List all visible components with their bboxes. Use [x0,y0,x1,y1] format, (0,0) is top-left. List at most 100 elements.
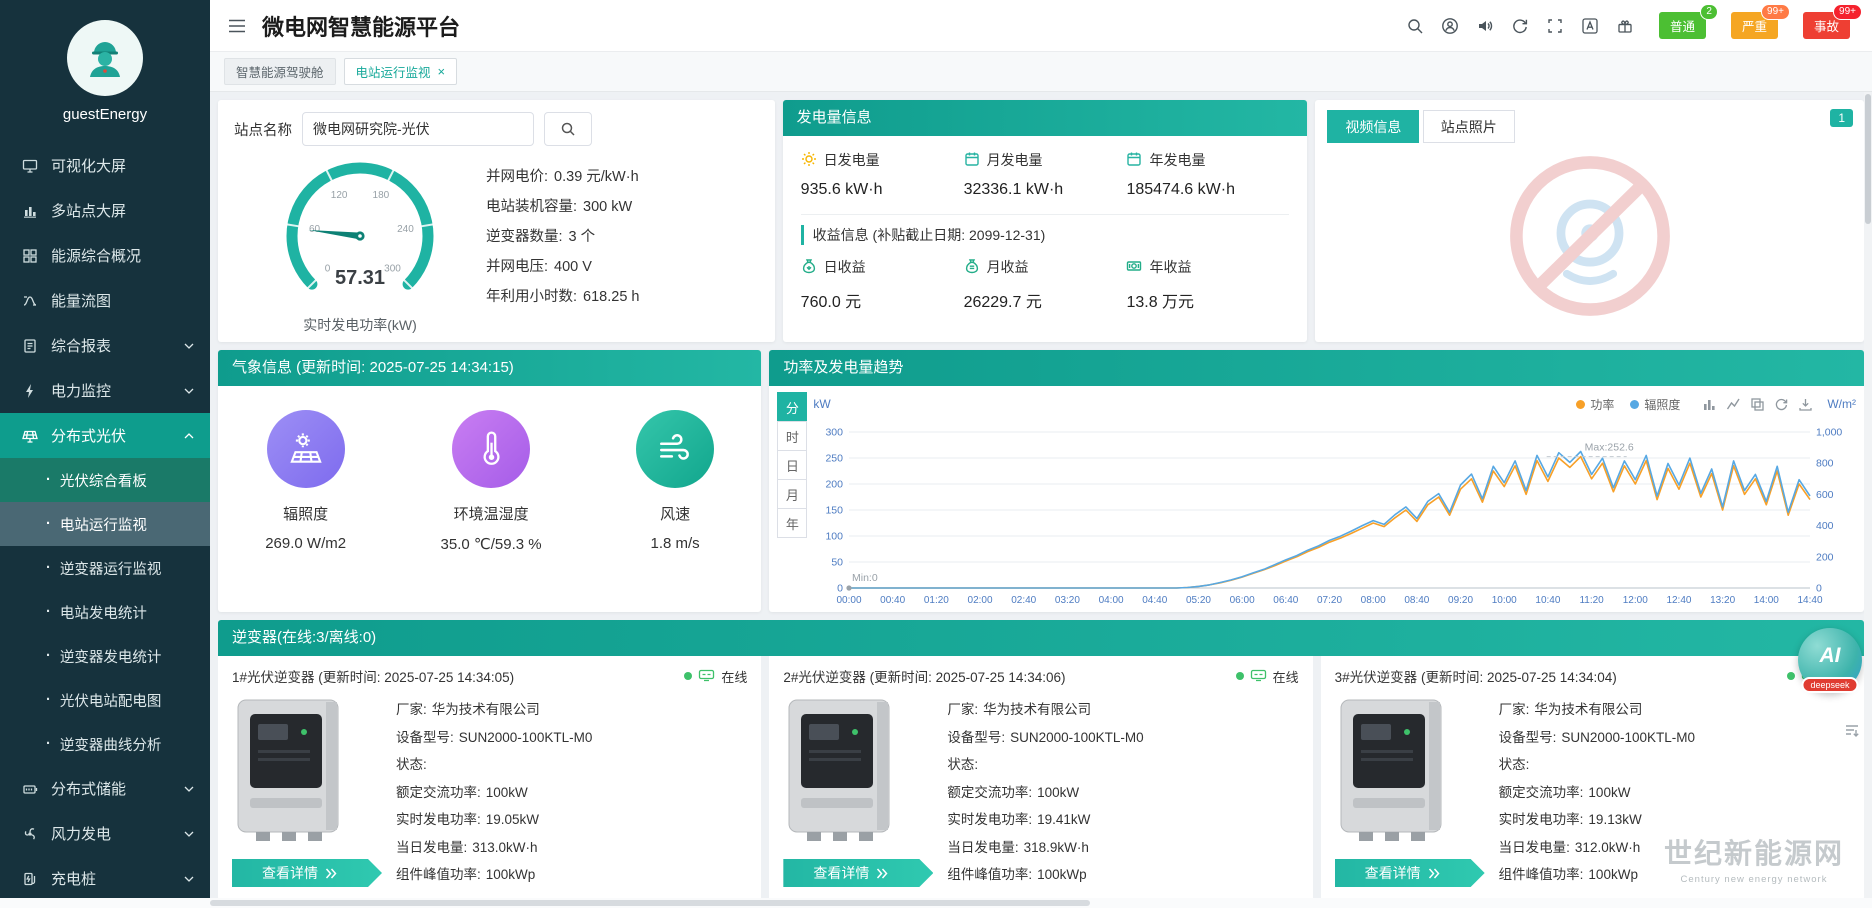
freq-tab-year[interactable]: 年 [777,508,807,538]
inverter-image [783,696,901,844]
tab-cockpit[interactable]: 智慧能源驾驶舱 [224,58,336,85]
sidebar-item-inverter-monitor[interactable]: 逆变器运行监视 [0,546,210,590]
scrollbar-thumb[interactable] [1865,94,1871,224]
sidebar-item-station-monitor[interactable]: 电站运行监视 [0,502,210,546]
sidebar-item-charging-pile[interactable]: 充电桩 [0,856,210,901]
alarm-badge-accident[interactable]: 事故 99+ [1803,12,1850,39]
view-details-button[interactable]: 查看详情 [232,859,382,887]
inverter-panel-2: 2#光伏逆变器 (更新时间: 2025-07-25 14:34:06) 在线 [769,656,1312,900]
line-chart-toggle-icon[interactable] [1726,397,1741,412]
sidebar-item-distributed-storage[interactable]: 分布式储能 [0,766,210,811]
alarm-badge-normal[interactable]: 普通 2 [1659,12,1706,39]
sidebar-item-reports[interactable]: 综合报表 [0,323,210,368]
tab-label: 智慧能源驾驶舱 [236,62,324,81]
ai-label: AI [1820,644,1841,668]
view-details-button[interactable]: 查看详情 [783,859,933,887]
horizontal-scrollbar[interactable] [0,898,1872,908]
stat-label: 年发电量 [1149,150,1205,170]
no-video-icon [1490,144,1690,328]
wind-icon [656,430,694,468]
freq-tab-hour[interactable]: 时 [777,421,807,451]
detail-value: 100kW [486,779,528,807]
detail-value: 100kWp [1037,861,1087,889]
tab-label: 电站运行监视 [356,62,431,81]
svg-text:0: 0 [325,264,331,275]
grid-icon [22,248,40,264]
weather-label: 辐照度 [265,503,346,524]
sidebar-item-pv-dashboard[interactable]: 光伏综合看板 [0,458,210,502]
svg-text:60: 60 [309,224,321,235]
gift-icon[interactable] [1616,17,1634,35]
detail-value: 318.9kW·h [1024,834,1089,862]
tab-station-monitor[interactable]: 电站运行监视 × [344,58,458,85]
stat-monthly-income: 月收益 26229.7 元 [964,257,1127,312]
svg-text:04:40: 04:40 [1143,595,1168,606]
sidebar-subitem-label: 逆变器曲线分析 [60,734,162,755]
sidebar-item-energy-overview[interactable]: 能源综合概况 [0,233,210,278]
power-trend-chart[interactable]: 05010015020025030002004006008001,00000:0… [813,416,1856,608]
inverter-id: 3#光伏逆变器 [1335,670,1418,685]
sidebar-item-pv-distribution-map[interactable]: 光伏电站配电图 [0,678,210,722]
speaker-icon[interactable] [1476,17,1494,35]
info-value: 0.39 元/kW·h [554,162,639,192]
sidebar-item-energy-flow[interactable]: 能量流图 [0,278,210,323]
translate-icon[interactable] [1581,17,1599,35]
user-area: guestEnergy [0,0,210,129]
sidebar-item-station-gen-stats[interactable]: 电站发电统计 [0,590,210,634]
double-chevron-icon [876,868,889,879]
sidebar-item-inverter-curve[interactable]: 逆变器曲线分析 [0,722,210,766]
freq-tab-month[interactable]: 月 [777,479,807,509]
sidebar-item-label: 多站点大屏 [51,200,126,221]
station-overview-card: 站点名称 06012018024030057.31 实时发电功率(kW) 并网电… [218,100,775,342]
tab-site-photos[interactable]: 站点照片 [1423,110,1515,143]
weather-temp-humidity: 环境温湿度 35.0 ℃/59.3 % [441,410,542,553]
restore-icon[interactable] [1774,397,1789,412]
sidebar-item-power-monitor[interactable]: 电力监控 [0,368,210,413]
sidebar-item-inverter-gen-stats[interactable]: 逆变器发电统计 [0,634,210,678]
chart-area: kW 功率 辐照度 [813,392,1856,608]
sidebar-item-distributed-pv[interactable]: 分布式光伏 [0,413,210,458]
avatar[interactable] [67,20,143,96]
detail-value: 100kWp [1588,861,1638,889]
svg-text:300: 300 [384,264,401,275]
detail-label: 厂家: [396,696,427,724]
freq-tab-minute[interactable]: 分 [777,392,807,422]
svg-text:Min:0: Min:0 [852,572,878,584]
search-icon[interactable] [1406,17,1424,35]
legend-irradiance[interactable]: 辐照度 [1630,396,1680,413]
refresh-icon[interactable] [1511,17,1529,35]
vertical-scrollbar[interactable] [1864,92,1872,898]
station-info: 并网电价:0.39 元/kW·h 电站装机容量:300 kW 逆变器数量:3 个… [486,150,759,335]
view-details-button[interactable]: 查看详情 [1335,859,1485,887]
stat-value: 32336.1 kW·h [964,181,1127,199]
site-search-input[interactable] [302,112,534,146]
site-search-button[interactable] [544,112,592,146]
svg-text:14:40: 14:40 [1798,595,1823,606]
save-image-icon[interactable] [1798,397,1813,412]
close-icon[interactable]: × [438,65,446,78]
weather-irradiance: 辐照度 269.0 W/m2 [265,410,346,553]
fullscreen-icon[interactable] [1546,17,1564,35]
freq-tab-day[interactable]: 日 [777,450,807,480]
svg-text:Max:252.6: Max:252.6 [1585,442,1634,454]
svg-text:14:00: 14:00 [1754,595,1779,606]
chevron-down-icon [184,831,194,837]
sidebar-item-multi-station[interactable]: 多站点大屏 [0,188,210,233]
svg-text:10:00: 10:00 [1492,595,1517,606]
scrollbar-thumb[interactable] [210,900,1090,906]
sidebar-item-visual-screen[interactable]: 可视化大屏 [0,143,210,188]
stack-toggle-icon[interactable] [1750,397,1765,412]
alarm-badge-severe[interactable]: 严重 99+ [1731,12,1778,39]
collapse-handle-icon[interactable] [1844,722,1860,738]
weather-value: 269.0 W/m2 [265,535,346,552]
weather-value: 1.8 m/s [636,535,714,552]
legend-power[interactable]: 功率 [1576,396,1614,413]
info-value: 3 个 [569,222,596,252]
user-support-icon[interactable] [1441,17,1459,35]
solar-irradiance-icon [287,430,325,468]
hamburger-menu-icon[interactable] [228,19,246,33]
ai-assistant-button[interactable]: AI deepseek [1798,628,1862,692]
tab-video-info[interactable]: 视频信息 [1327,110,1419,143]
sidebar-item-wind-power[interactable]: 风力发电 [0,811,210,856]
bar-chart-toggle-icon[interactable] [1702,397,1717,412]
